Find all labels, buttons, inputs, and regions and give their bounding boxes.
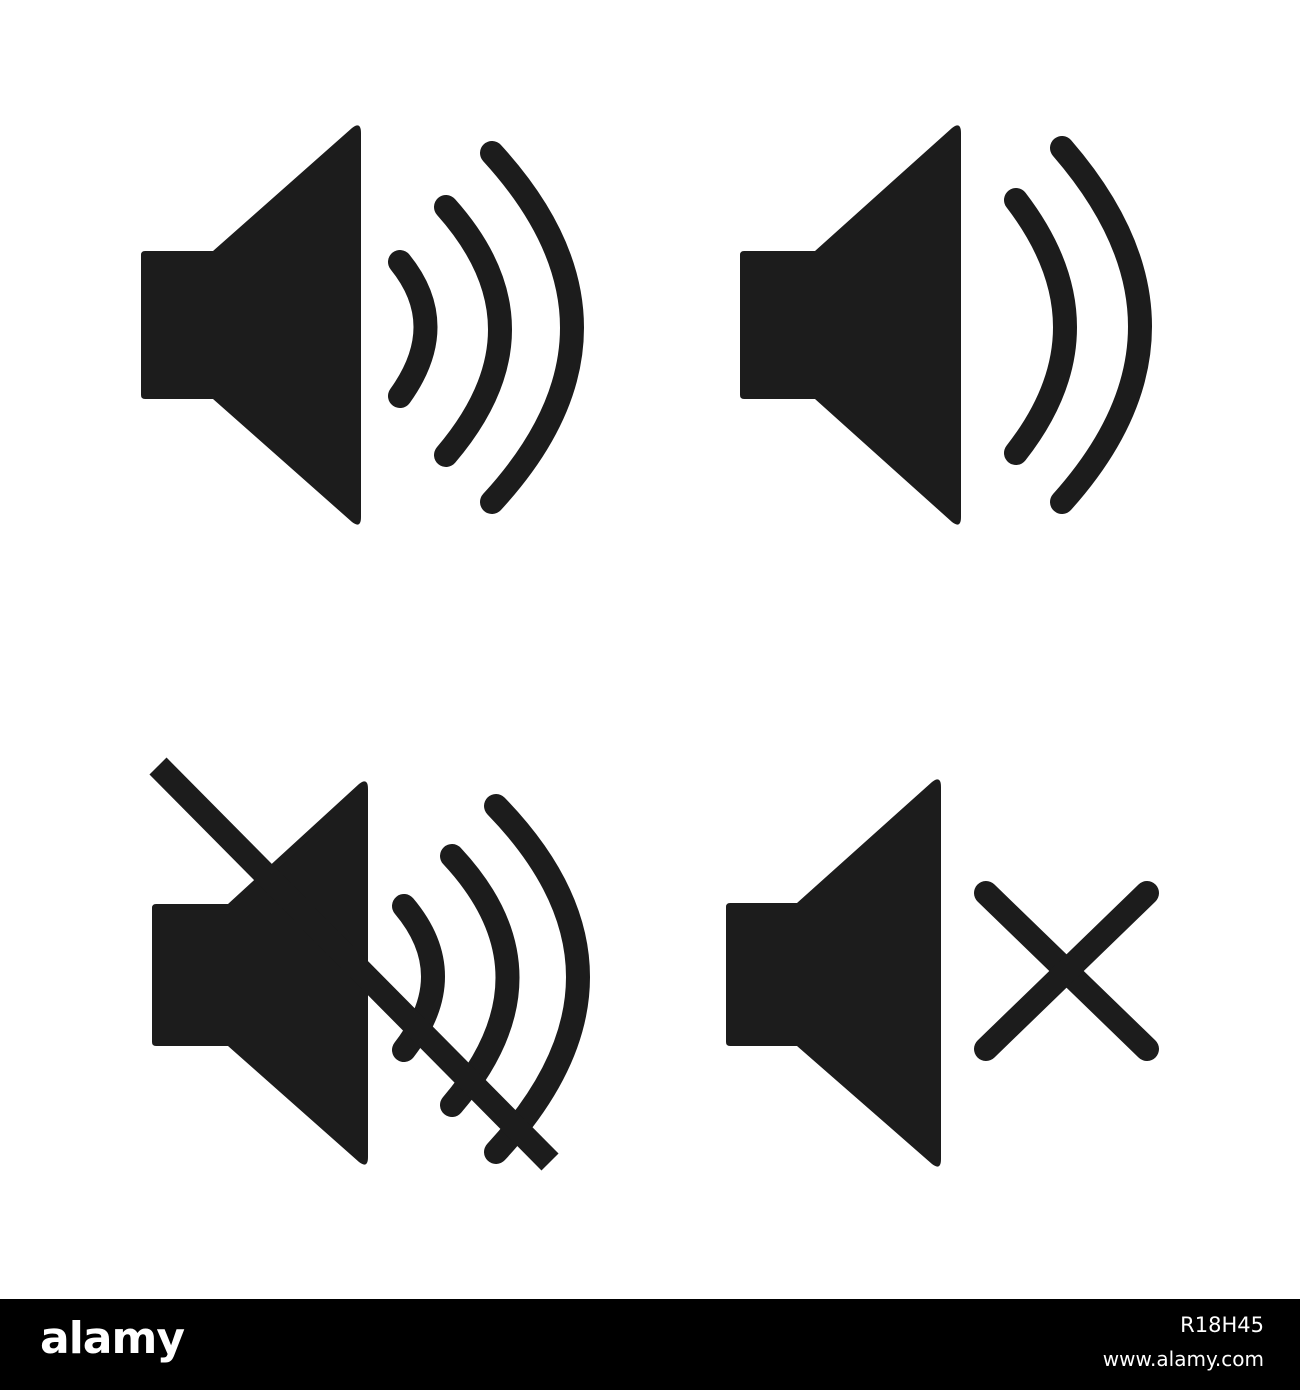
volume-off-slash-icon [149,757,590,1171]
image-id: R18H45 [1180,1313,1264,1337]
sound-wave-small-icon [388,250,438,408]
watermark-logo: alamy [40,1313,185,1364]
speaker-icon [726,779,941,1167]
volume-medium-icon [740,125,1152,525]
watermark-url: www.alamy.com [1102,1347,1264,1371]
speaker-icon [152,781,368,1165]
mute-x-icon [974,881,1159,1061]
volume-mute-x-icon [726,779,1159,1167]
speaker-icon [141,125,361,525]
volume-high-icon [141,125,584,525]
sound-waves [1004,136,1152,514]
sound-wave-medium-icon [434,195,512,467]
sound-wave-medium-icon [1004,188,1077,465]
footer-bar: alamy R18H45 www.alamy.com [0,1299,1300,1390]
sound-waves [388,141,584,514]
icon-sheet [0,0,1300,1299]
speaker-icon [740,125,961,525]
